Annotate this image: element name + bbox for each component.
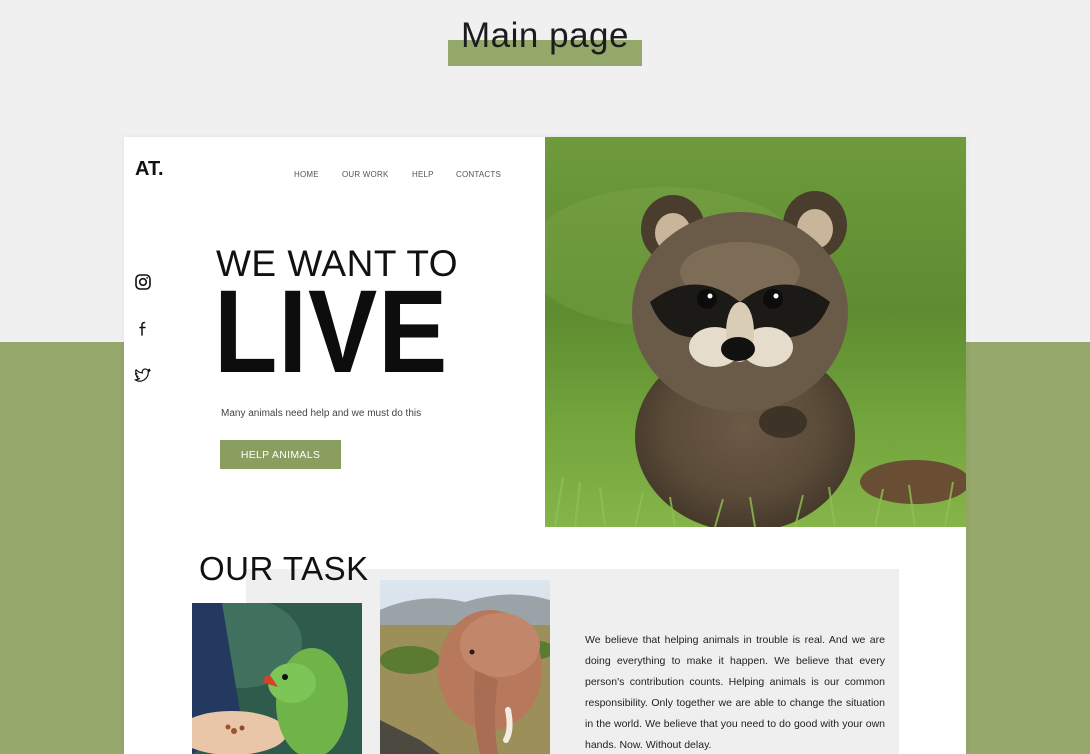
- nav-help[interactable]: HELP: [412, 170, 434, 179]
- facebook-icon[interactable]: [134, 319, 152, 337]
- twitter-icon[interactable]: [134, 366, 152, 384]
- raccoon-photo: [545, 137, 966, 527]
- hero-description: Many animals need help and we must do th…: [221, 408, 422, 419]
- nav-our-work[interactable]: OUR WORK: [342, 170, 389, 179]
- hero-heading: LIVE: [214, 266, 449, 398]
- instagram-icon[interactable]: [134, 273, 152, 291]
- logo[interactable]: AT.: [135, 158, 164, 181]
- nav-contacts[interactable]: CONTACTS: [456, 170, 501, 179]
- parrot-photo: [192, 603, 362, 754]
- presentation-title: Main page: [461, 16, 629, 55]
- task-description: We believe that helping animals in troub…: [585, 634, 885, 751]
- task-title: OUR TASK: [199, 550, 369, 587]
- nav-home[interactable]: HOME: [294, 170, 319, 179]
- elephant-photo: [380, 580, 550, 754]
- website-card: AT. HOME OUR WORK HELP CONTACTS WE WANT …: [124, 137, 966, 754]
- help-animals-button[interactable]: HELP ANIMALS: [220, 440, 341, 469]
